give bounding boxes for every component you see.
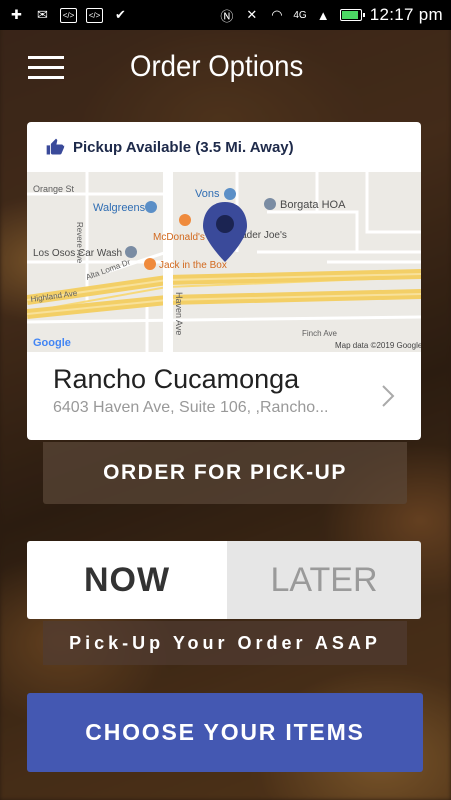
battery-level (341, 11, 358, 19)
pickup-availability: Pickup Available (3.5 Mi. Away) (27, 122, 421, 172)
map-label-orange-st: Orange St (33, 184, 75, 194)
map-label-mcdonalds: McDonald's (153, 232, 205, 243)
map-label-finch: Finch Ave (302, 329, 338, 338)
jack-marker (144, 258, 156, 270)
map[interactable]: Orange St Walgreens Vons Borgata HOA McD… (27, 172, 421, 352)
store-name: Rancho Cucamonga (53, 364, 300, 394)
plus-icon: ✚ (11, 7, 22, 22)
map-label-vons: Vons (195, 188, 220, 200)
chevron-right-icon (382, 385, 395, 407)
code-icon: </> (60, 7, 77, 23)
map-label-jack: Jack in the Box (159, 260, 227, 271)
map-label-haven: Haven Ave (174, 292, 184, 335)
thumbs-up-icon (46, 138, 65, 155)
map-label-walgreens: Walgreens (93, 202, 146, 214)
map-copyright: Map data ©2019 Google (335, 341, 421, 350)
choose-your-items-button[interactable]: CHOOSE YOUR ITEMS (27, 693, 423, 772)
order-for-pickup-button[interactable]: ORDER FOR PICK-UP (43, 442, 407, 504)
hamburger-menu-icon[interactable] (28, 54, 64, 82)
carwash-marker (125, 246, 137, 258)
header: Order Options (0, 30, 451, 110)
borgata-marker (264, 198, 276, 210)
page-title: Order Options (130, 50, 304, 83)
mail-icon: ✉ (37, 7, 48, 22)
network-type: 4G (293, 9, 307, 21)
store-selector[interactable]: Rancho Cucamonga 6403 Haven Ave, Suite 1… (27, 352, 421, 440)
map-label-borgata: Borgata HOA (280, 199, 346, 211)
mute-icon: ✕ (246, 7, 258, 22)
later-option[interactable]: LATER (227, 541, 421, 619)
map-label-google: Google (33, 337, 71, 349)
walgreens-marker (145, 201, 157, 213)
nfc-icon: Ⓝ (220, 8, 234, 24)
status-bar: ✚ ✉ </> </> ✔ Ⓝ ✕ ◠ 4G ▲ 12:17 pm (0, 0, 451, 30)
clock: 12:17 pm (369, 5, 443, 24)
location-card: Pickup Available (3.5 Mi. Away) Orange S… (27, 122, 421, 440)
signal-icon: ▲ (316, 7, 330, 23)
battery-icon (339, 9, 365, 21)
time-toggle: NOW LATER (27, 541, 421, 619)
check-icon: ✔ (115, 7, 126, 22)
code-icon: </> (86, 7, 103, 23)
pickup-text: Pickup Available (3.5 Mi. Away) (73, 138, 294, 156)
wifi-icon: ◠ (271, 7, 283, 22)
store-address: 6403 Haven Ave, Suite 106, ,Rancho... (53, 399, 329, 416)
now-option[interactable]: NOW (27, 541, 227, 619)
vons-marker (224, 188, 236, 200)
mcdonalds-marker (179, 214, 191, 226)
map-label-revere: Revere Ave (75, 222, 84, 264)
asap-label: Pick-Up Your Order ASAP (43, 621, 407, 665)
